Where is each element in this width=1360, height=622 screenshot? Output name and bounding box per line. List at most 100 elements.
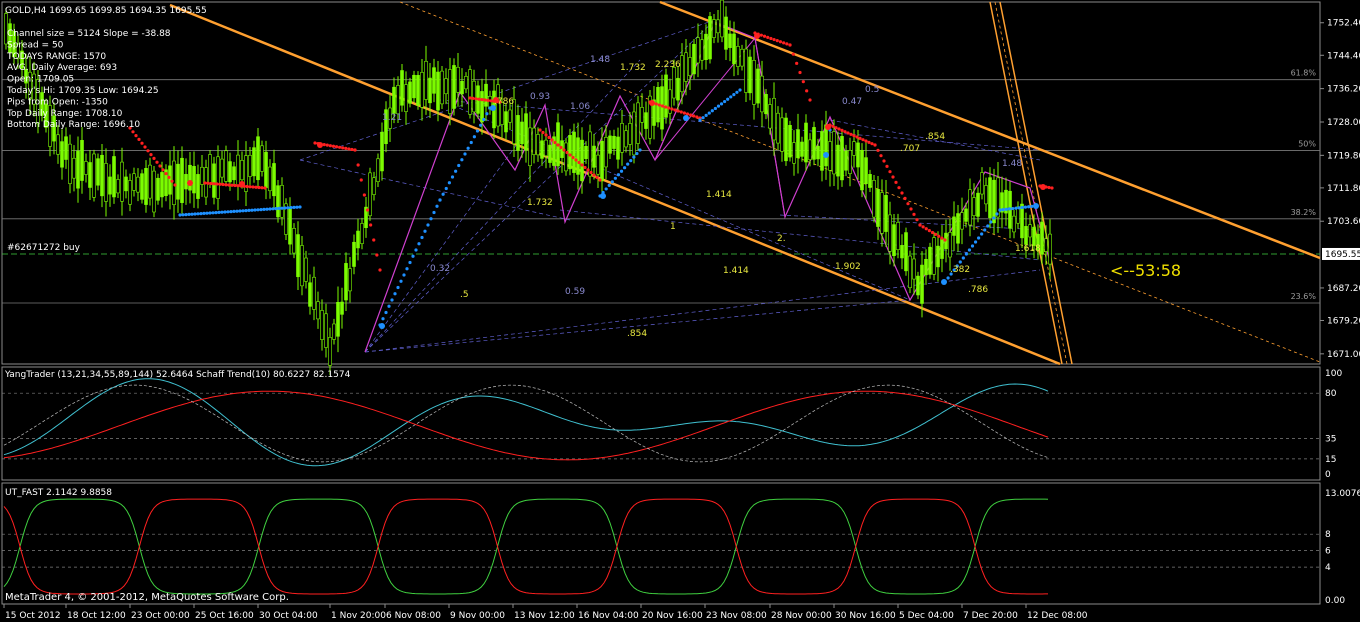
fib-ratio-label: 1.732 — [620, 63, 646, 73]
resistance-dot — [541, 130, 545, 135]
time-tick-label: 12 Dec 08:00 — [1027, 611, 1088, 621]
support-dot — [280, 206, 284, 210]
support-dot — [229, 210, 233, 214]
candle-body — [632, 111, 636, 156]
candle-body — [812, 127, 816, 160]
resistance-dot — [846, 131, 850, 135]
candle-body — [520, 121, 524, 145]
resistance-dot — [344, 146, 348, 150]
info-line-4: Open: 1709.05 — [7, 75, 74, 85]
candle-body — [412, 74, 416, 99]
support-dot — [964, 252, 968, 256]
fib-ratio-label: 1.732 — [527, 198, 553, 208]
candle-body — [324, 313, 328, 348]
support-dot — [441, 192, 445, 196]
resistance-dot — [834, 126, 838, 130]
support-dot — [235, 209, 239, 213]
resistance-dot — [224, 183, 228, 187]
support-dot — [435, 204, 439, 208]
candle-body — [140, 173, 144, 200]
candle-body — [660, 86, 664, 130]
candle-body — [328, 337, 332, 366]
resistance-dot — [553, 140, 557, 145]
candle-body — [844, 150, 848, 171]
support-dot — [466, 146, 470, 150]
chart-canvas[interactable]: 1752.40 1744.40 1736.20 1728.00 1719.80 1711.… — [0, 0, 1360, 622]
resistance-dot — [592, 173, 596, 177]
resistance-dot — [1050, 186, 1054, 190]
fib-ratio-label: 1.902 — [835, 262, 861, 272]
support-dot — [268, 207, 272, 211]
support-dot — [613, 176, 617, 180]
info-line-1: Spread = 50 — [7, 40, 64, 50]
fib-level-label: 38.2% — [1291, 208, 1317, 217]
price-tick-label: 1719.80 — [1327, 151, 1360, 161]
support-dot — [967, 248, 972, 252]
candle-body — [900, 245, 904, 259]
support-dot — [259, 208, 263, 212]
panel-border-2 — [1, 366, 1321, 481]
support-dot — [271, 207, 275, 211]
candle-body — [124, 176, 128, 192]
support-dot — [619, 169, 624, 173]
fib-ratio-label: 0.59 — [565, 287, 585, 297]
resistance-dot — [378, 268, 382, 272]
candle-body — [916, 275, 920, 296]
resistance-dot — [937, 234, 941, 238]
support-dot — [402, 273, 406, 277]
candle-body — [604, 136, 608, 168]
candle-body — [728, 33, 732, 48]
resistance-dot — [909, 207, 913, 211]
price-tick-label: 1736.20 — [1327, 85, 1360, 95]
info-line-2: TODAYS RANGE: 1570 — [6, 52, 106, 62]
resistance-marker — [825, 124, 831, 130]
candle-body — [460, 80, 464, 95]
fib-ratio-label: 0.93 — [530, 92, 550, 102]
support-dot — [1007, 207, 1012, 211]
resistance-dot — [356, 163, 360, 167]
candle-body — [684, 52, 688, 82]
resistance-dot — [580, 163, 584, 167]
candle-body — [872, 180, 876, 218]
support-marker — [823, 152, 829, 158]
support-dot — [444, 186, 448, 191]
support-dot — [429, 217, 433, 221]
candle-body — [280, 185, 284, 218]
candle-body — [856, 142, 860, 168]
resistance-dot — [550, 138, 554, 142]
resistance-dot — [589, 170, 593, 175]
candle-body — [616, 136, 620, 160]
candle-body — [584, 146, 588, 159]
candle-body — [176, 163, 180, 200]
candle-body — [860, 149, 864, 191]
candle-body — [92, 153, 96, 198]
candle-body — [352, 241, 356, 267]
support-dot — [187, 212, 191, 216]
candle-body — [68, 143, 72, 184]
resistance-dot — [143, 145, 147, 149]
candle-body — [608, 135, 612, 154]
indicator2-tick-label: 8 — [1325, 530, 1331, 540]
candle-body — [312, 276, 316, 310]
support-dot — [414, 248, 418, 252]
support-dot — [438, 198, 442, 202]
candle-body — [1044, 238, 1048, 252]
fib-fan-line — [364, 139, 521, 353]
resistance-dot — [347, 147, 351, 151]
resistance-dot — [480, 98, 484, 102]
resistance-dot — [140, 141, 144, 145]
support-dot — [716, 104, 721, 108]
candle-body — [300, 245, 304, 287]
support-dot — [432, 210, 436, 215]
channel-steep-line-2 — [999, 1, 1073, 365]
resistance-dot — [900, 191, 904, 195]
candle-body — [524, 113, 528, 151]
support-dot — [295, 205, 299, 209]
candle-body — [756, 68, 760, 104]
resistance-dot — [571, 155, 575, 160]
time-tick-label: 20 Nov 16:00 — [642, 611, 703, 621]
resistance-dot — [759, 33, 763, 37]
resistance-dot — [170, 179, 174, 183]
support-dot — [638, 148, 642, 152]
resistance-dot — [670, 107, 674, 111]
